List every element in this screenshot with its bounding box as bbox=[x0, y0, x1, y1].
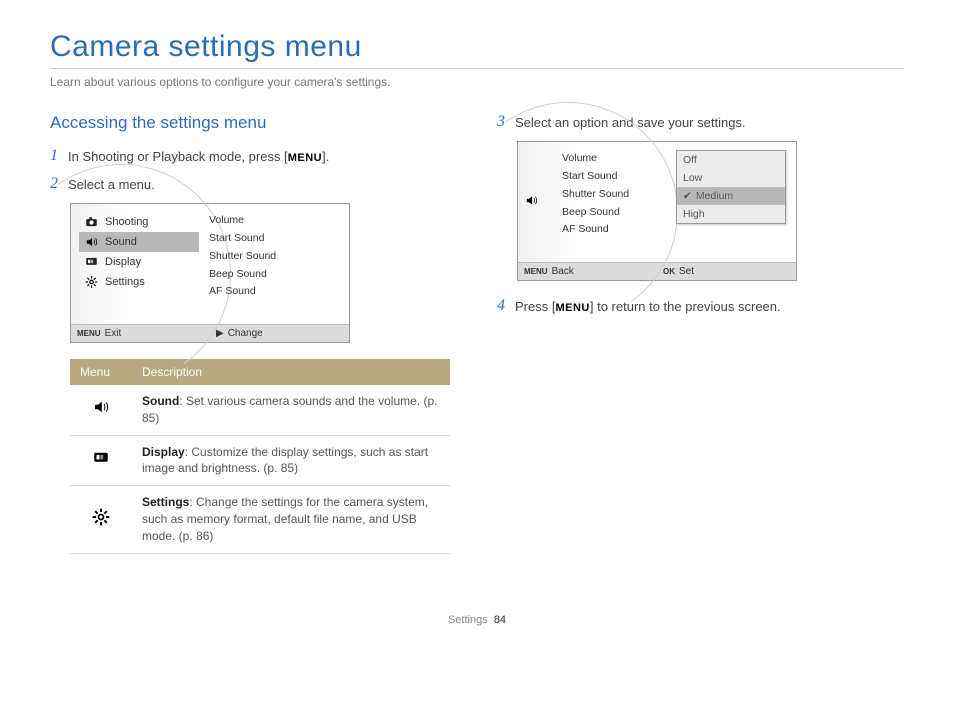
menu-item-sound: Sound bbox=[79, 232, 199, 252]
lcd-right-panel: Volume Start Sound Shutter Sound Beep So… bbox=[199, 212, 339, 318]
footer-right: OK Set bbox=[657, 263, 796, 280]
title-rule bbox=[50, 68, 904, 69]
description-table: Menu Description Sound: Set various came… bbox=[70, 359, 450, 554]
column-right: 3 Select an option and save your setting… bbox=[497, 113, 904, 554]
gear-icon bbox=[70, 486, 132, 553]
submenu-item: Volume bbox=[562, 150, 629, 168]
submenu-item: Beep Sound bbox=[209, 266, 339, 284]
step-number: 1 bbox=[50, 147, 68, 165]
menu-item-shooting: Shooting bbox=[79, 212, 199, 232]
step-number: 4 bbox=[497, 297, 515, 315]
lcd-screen-option: Volume Start Sound Shutter Sound Beep So… bbox=[517, 141, 797, 281]
step-4: 4 Press [MENU] to return to the previous… bbox=[497, 297, 904, 315]
menu-key-small: MENU bbox=[524, 267, 548, 276]
lcd-submenu: Volume Start Sound Shutter Sound Beep So… bbox=[544, 150, 629, 256]
check-icon: ✔ bbox=[683, 190, 692, 202]
popup-option-off: Off bbox=[677, 151, 785, 169]
sound-icon bbox=[70, 385, 132, 435]
popup-option-medium: ✔ Medium bbox=[677, 187, 785, 205]
menu-item-label: Sound bbox=[105, 236, 137, 248]
menu-key: MENU bbox=[555, 302, 589, 314]
desc-label: Sound bbox=[142, 394, 179, 408]
sound-icon bbox=[83, 235, 99, 249]
step-number: 3 bbox=[497, 113, 515, 131]
desc-label: Settings bbox=[142, 495, 189, 509]
camera-icon bbox=[83, 215, 99, 229]
footer-right-label: Set bbox=[679, 266, 694, 277]
lcd-screen-menu: Shooting Sound Display bbox=[70, 203, 350, 343]
menu-item-label: Display bbox=[105, 256, 141, 268]
lcd-left-panel: Shooting Sound Display bbox=[79, 212, 199, 318]
display-icon bbox=[70, 435, 132, 486]
step-3: 3 Select an option and save your setting… bbox=[497, 113, 904, 131]
popup-option-low: Low bbox=[677, 169, 785, 187]
desc-text: : Customize the display settings, such a… bbox=[142, 445, 428, 476]
table-row: Sound: Set various camera sounds and the… bbox=[70, 385, 450, 435]
menu-item-settings: Settings bbox=[79, 272, 199, 292]
step4-pre: Press [ bbox=[515, 299, 555, 314]
step1-post: ]. bbox=[322, 149, 329, 164]
table-desc: Sound: Set various camera sounds and the… bbox=[132, 385, 450, 435]
column-left: Accessing the settings menu 1 In Shootin… bbox=[50, 113, 457, 554]
step1-pre: In Shooting or Playback mode, press [ bbox=[68, 149, 288, 164]
popup-option-label: Medium bbox=[696, 190, 733, 202]
table-header-menu: Menu bbox=[70, 359, 132, 385]
menu-item-label: Shooting bbox=[105, 216, 148, 228]
step-text: In Shooting or Playback mode, press [MEN… bbox=[68, 147, 329, 164]
step-1: 1 In Shooting or Playback mode, press [M… bbox=[50, 147, 457, 165]
table-header-description: Description bbox=[132, 359, 450, 385]
lcd-footer: MENU Exit ▶ Change bbox=[71, 324, 349, 342]
menu-item-display: Display bbox=[79, 252, 199, 272]
footer-left: MENU Exit bbox=[71, 325, 210, 342]
submenu-item: Start Sound bbox=[562, 168, 629, 186]
menu-key-small: MENU bbox=[77, 329, 101, 338]
footer-right-label: Change bbox=[228, 328, 263, 339]
menu-item-label: Settings bbox=[105, 276, 145, 288]
table-desc: Display: Customize the display settings,… bbox=[132, 435, 450, 486]
option-popup: Off Low ✔ Medium High bbox=[676, 150, 786, 224]
submenu-item: Volume bbox=[209, 212, 339, 230]
step-2: 2 Select a menu. bbox=[50, 175, 457, 193]
submenu-item: AF Sound bbox=[209, 283, 339, 301]
table-row: Display: Customize the display settings,… bbox=[70, 435, 450, 486]
display-icon bbox=[83, 255, 99, 269]
play-icon: ▶ bbox=[216, 328, 224, 339]
step4-post: ] to return to the previous screen. bbox=[590, 299, 781, 314]
submenu-item: Start Sound bbox=[209, 230, 339, 248]
footer-left-label: Exit bbox=[105, 328, 122, 339]
page-title: Camera settings menu bbox=[50, 30, 904, 64]
page-number: 84 bbox=[494, 614, 506, 626]
table-row: Settings: Change the settings for the ca… bbox=[70, 486, 450, 553]
submenu-item: Shutter Sound bbox=[562, 186, 629, 204]
lcd-footer: MENU Back OK Set bbox=[518, 262, 796, 280]
page-footer: Settings 84 bbox=[50, 614, 904, 626]
step-text: Select a menu. bbox=[68, 175, 155, 192]
footer-left-label: Back bbox=[552, 266, 574, 277]
intro-text: Learn about various options to configure… bbox=[50, 75, 904, 89]
gear-icon bbox=[83, 275, 99, 289]
popup-option-high: High bbox=[677, 205, 785, 223]
desc-label: Display bbox=[142, 445, 185, 459]
footer-left: MENU Back bbox=[518, 263, 657, 280]
footer-right: ▶ Change bbox=[210, 325, 349, 342]
section-heading: Accessing the settings menu bbox=[50, 113, 457, 133]
step-text: Press [MENU] to return to the previous s… bbox=[515, 297, 781, 314]
table-desc: Settings: Change the settings for the ca… bbox=[132, 486, 450, 553]
desc-text: : Set various camera sounds and the volu… bbox=[142, 394, 437, 425]
step-number: 2 bbox=[50, 175, 68, 193]
submenu-item: Beep Sound bbox=[562, 204, 629, 222]
submenu-item: AF Sound bbox=[562, 221, 629, 239]
submenu-item: Shutter Sound bbox=[209, 248, 339, 266]
sound-icon bbox=[524, 194, 539, 211]
menu-key: MENU bbox=[288, 152, 322, 164]
footer-label: Settings bbox=[448, 614, 488, 626]
ok-key: OK bbox=[663, 267, 675, 276]
step-text: Select an option and save your settings. bbox=[515, 113, 746, 130]
